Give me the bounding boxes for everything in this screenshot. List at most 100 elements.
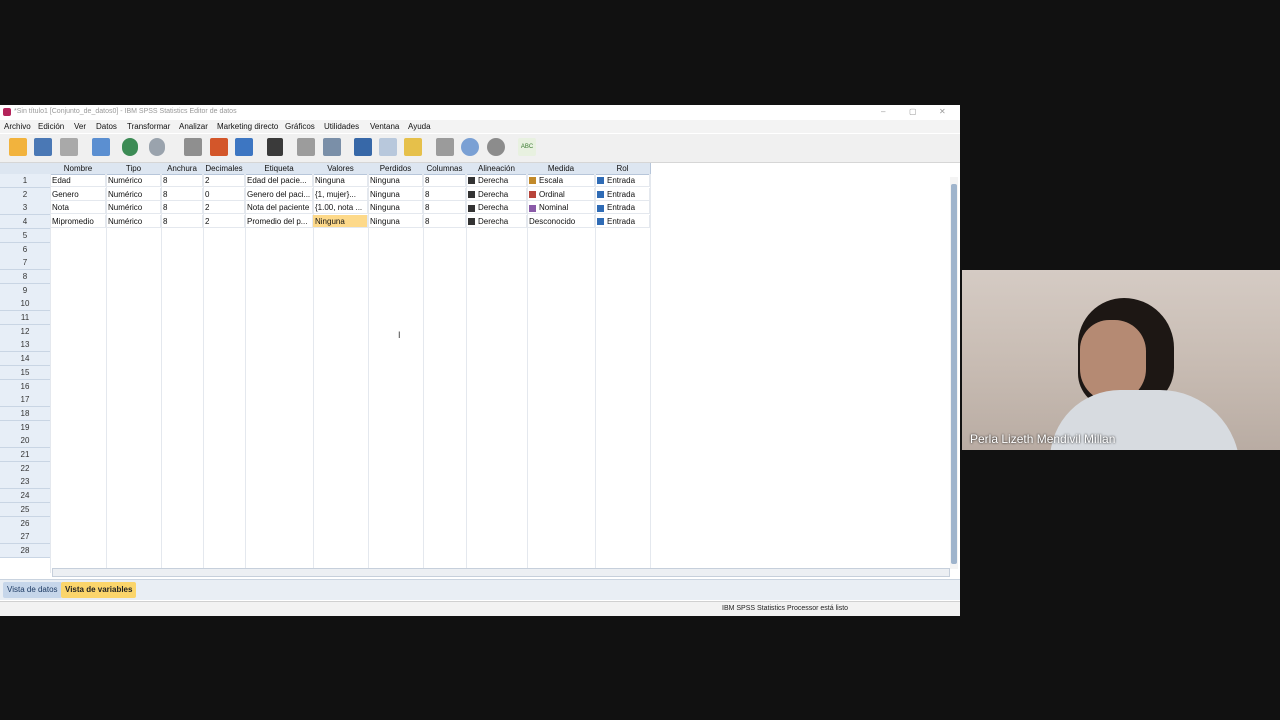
row-header[interactable]: 16 (0, 379, 51, 394)
table-cell[interactable]: 8 (161, 187, 203, 201)
table-cell[interactable]: 8 (423, 201, 466, 215)
redo-icon[interactable] (149, 138, 165, 156)
row-header[interactable]: 24 (0, 489, 51, 504)
table-cell[interactable]: Numérico (106, 174, 161, 187)
value-labels-icon[interactable] (436, 138, 454, 156)
row-header[interactable]: 3 (0, 201, 51, 216)
table-cell[interactable]: Ninguna (368, 187, 423, 201)
table-cell[interactable]: 8 (161, 215, 203, 229)
table-cell[interactable]: Derecha (466, 187, 527, 201)
table-cell[interactable]: Nota (50, 201, 106, 215)
row-header[interactable]: 1 (0, 174, 51, 188)
menu-edicion[interactable]: Edición (38, 122, 64, 131)
menu-analizar[interactable]: Analizar (179, 122, 208, 131)
variables-icon[interactable] (235, 138, 253, 156)
close-button[interactable]: ✕ (939, 107, 946, 116)
save-icon[interactable] (34, 138, 52, 156)
table-cell[interactable]: Genero del paci... (245, 187, 313, 201)
table-cell[interactable]: Escala (527, 174, 595, 187)
row-header[interactable]: 9 (0, 283, 51, 298)
find-icon[interactable] (267, 138, 283, 156)
row-header[interactable]: 19 (0, 420, 51, 435)
table-cell[interactable]: Mipromedio (50, 215, 106, 229)
row-header[interactable]: 21 (0, 448, 51, 462)
row-header[interactable]: 27 (0, 530, 51, 545)
table-cell[interactable]: Ninguna (368, 174, 423, 187)
menu-datos[interactable]: Datos (96, 122, 117, 131)
row-header[interactable]: 12 (0, 324, 51, 339)
recall-dialog-icon[interactable] (92, 138, 110, 156)
insert-cases-icon[interactable] (297, 138, 315, 156)
row-header[interactable]: 7 (0, 256, 51, 271)
table-cell[interactable]: Ordinal (527, 187, 595, 201)
spellcheck-icon[interactable]: ABC (518, 138, 536, 156)
row-header[interactable]: 11 (0, 311, 51, 325)
table-cell[interactable]: Derecha (466, 201, 527, 215)
table-cell[interactable]: {1.00, nota ... (313, 201, 368, 215)
table-cell[interactable]: Edad del pacie... (245, 174, 313, 187)
table-cell[interactable]: 8 (423, 215, 466, 229)
row-header[interactable]: 8 (0, 269, 51, 284)
horizontal-scrollbar[interactable] (52, 568, 950, 577)
table-cell[interactable]: Entrada (595, 187, 650, 201)
open-icon[interactable] (9, 138, 27, 156)
table-cell[interactable]: 2 (203, 215, 245, 229)
weight-cases-icon[interactable] (379, 138, 397, 156)
table-cell[interactable]: 0 (203, 187, 245, 201)
table-cell[interactable]: Edad (50, 174, 106, 187)
row-header[interactable]: 5 (0, 228, 51, 243)
menu-ayuda[interactable]: Ayuda (408, 122, 431, 131)
menu-marketing-directo[interactable]: Marketing directo (217, 122, 278, 131)
table-cell[interactable]: 8 (423, 174, 466, 187)
tab-vista-de-variables[interactable]: Vista de variables (61, 582, 137, 598)
row-header[interactable]: 10 (0, 297, 51, 312)
menu-ver[interactable]: Ver (74, 122, 86, 131)
insert-variable-icon[interactable] (323, 138, 341, 156)
menu-transformar[interactable]: Transformar (127, 122, 170, 131)
row-header[interactable]: 4 (0, 215, 51, 230)
row-header[interactable]: 6 (0, 242, 51, 257)
table-cell[interactable]: Promedio del p... (245, 215, 313, 229)
minimize-button[interactable]: – (881, 107, 885, 116)
select-cases-icon[interactable] (404, 138, 422, 156)
row-header[interactable]: 28 (0, 543, 51, 558)
menu-graficos[interactable]: Gráficos (285, 122, 315, 131)
goto-variable-icon[interactable] (210, 138, 228, 156)
table-cell[interactable]: Entrada (595, 201, 650, 215)
table-cell[interactable]: Entrada (595, 215, 650, 229)
vertical-scroll-thumb[interactable] (951, 184, 957, 564)
row-header[interactable]: 20 (0, 434, 51, 449)
table-cell[interactable]: Genero (50, 187, 106, 201)
table-cell[interactable]: 8 (423, 187, 466, 201)
print-icon[interactable] (60, 138, 78, 156)
tab-vista-de-datos[interactable]: Vista de datos (3, 582, 62, 598)
row-header[interactable]: 17 (0, 393, 51, 408)
table-cell[interactable]: Derecha (466, 215, 527, 229)
goto-case-icon[interactable] (184, 138, 202, 156)
table-cell[interactable]: 8 (161, 174, 203, 187)
split-file-icon[interactable] (354, 138, 372, 156)
table-cell[interactable]: 8 (161, 201, 203, 215)
table-cell[interactable]: Numérico (106, 187, 161, 201)
table-cell[interactable]: Numérico (106, 215, 161, 229)
menu-utilidades[interactable]: Utilidades (324, 122, 359, 131)
table-cell[interactable]: 2 (203, 201, 245, 215)
row-header[interactable]: 13 (0, 338, 51, 353)
table-cell[interactable]: {1, mujer}... (313, 187, 368, 201)
table-cell[interactable]: Ninguna (313, 215, 368, 229)
row-header[interactable]: 26 (0, 516, 51, 531)
row-header[interactable]: 22 (0, 461, 51, 476)
show-all-variables-icon[interactable] (487, 138, 505, 156)
table-cell[interactable]: Ninguna (313, 174, 368, 187)
maximize-button[interactable]: ▢ (909, 107, 917, 116)
table-cell[interactable]: Nominal (527, 201, 595, 215)
use-sets-icon[interactable] (461, 138, 479, 156)
table-cell[interactable]: Ninguna (368, 201, 423, 215)
table-cell[interactable]: Derecha (466, 174, 527, 187)
table-cell[interactable]: Entrada (595, 174, 650, 187)
table-cell[interactable]: 2 (203, 174, 245, 187)
undo-icon[interactable] (122, 138, 138, 156)
row-header[interactable]: 18 (0, 406, 51, 421)
table-cell[interactable]: Nota del paciente (245, 201, 313, 215)
menu-ventana[interactable]: Ventana (370, 122, 399, 131)
